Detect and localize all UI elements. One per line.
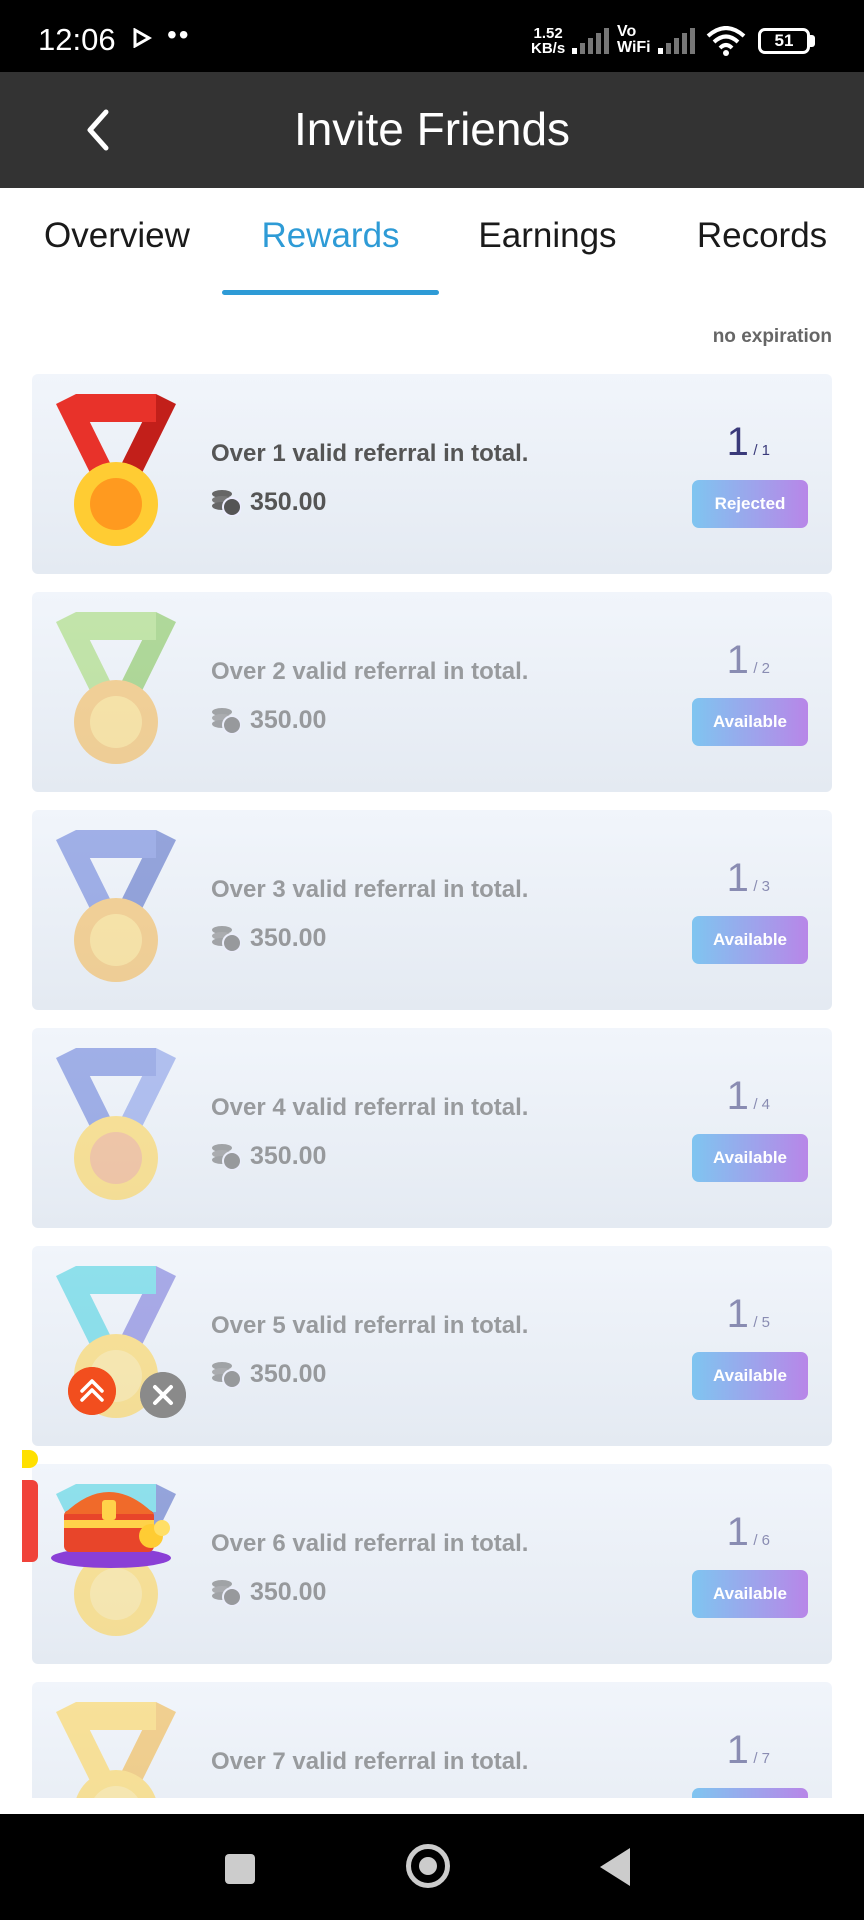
medal-icon xyxy=(56,830,176,982)
progress-current: 1 xyxy=(726,1510,749,1554)
tab-bar: Overview Rewards Earnings Records xyxy=(0,188,864,296)
reward-list[interactable]: Over 1 valid referral in total. 350.00 1… xyxy=(32,374,832,1798)
reward-card-3: Over 3 valid referral in total. 350.00 1… xyxy=(32,810,832,1010)
coin-stack-icon xyxy=(212,1362,241,1388)
coin-stack-icon xyxy=(212,926,241,952)
reward-progress: 1 / 5 xyxy=(727,1292,770,1337)
coin-stack-icon xyxy=(211,1796,241,1798)
tab-records[interactable]: Records xyxy=(692,216,832,256)
reward-status-button[interactable]: Available xyxy=(692,1352,808,1400)
progress-total: / 4 xyxy=(753,1096,770,1113)
vowifi-wifi: WiFi xyxy=(617,39,651,56)
home-icon xyxy=(419,1857,437,1875)
reward-amount: 350.00 xyxy=(250,1142,327,1170)
medal-icon xyxy=(56,1048,176,1200)
battery-icon: 51 xyxy=(758,28,810,54)
reward-amount: 350.00 xyxy=(250,706,327,734)
tab-active-indicator xyxy=(222,290,439,295)
signal-icon-2 xyxy=(658,28,695,54)
reward-title: Over 3 valid referral in total. xyxy=(211,876,529,903)
battery-cap xyxy=(810,35,815,47)
reward-progress: 1 / 6 xyxy=(727,1510,770,1555)
network-speed: 1.52 KB/s xyxy=(531,26,565,56)
progress-current: 1 xyxy=(726,1292,749,1336)
progress-total: / 2 xyxy=(753,660,770,677)
coin-stack-icon xyxy=(212,1580,241,1606)
reward-title: Over 1 valid referral in total. xyxy=(211,440,529,467)
reward-title: Over 2 valid referral in total. xyxy=(211,658,529,685)
app-header: Invite Friends xyxy=(0,72,864,188)
progress-total: / 1 xyxy=(753,442,770,459)
progress-total: / 3 xyxy=(753,878,770,895)
reward-amount: 350.00 xyxy=(250,488,327,516)
home-button[interactable] xyxy=(406,1844,450,1888)
vowifi-label: Vo WiFi xyxy=(617,24,651,56)
reward-progress: 1 / 7 xyxy=(727,1728,770,1773)
network-speed-value: 1.52 xyxy=(533,25,563,42)
reward-amount: 350.00 xyxy=(250,1796,326,1798)
progress-total: / 7 xyxy=(753,1750,770,1767)
medal-icon xyxy=(56,394,176,546)
reward-card-2: Over 2 valid referral in total. 350.00 1… xyxy=(32,592,832,792)
reward-card-1: Over 1 valid referral in total. 350.00 1… xyxy=(32,374,832,574)
reward-card-5: Over 5 valid referral in total. 350.00 1… xyxy=(32,1246,832,1446)
reward-status-button[interactable]: Rejected xyxy=(692,480,808,528)
progress-current: 1 xyxy=(726,420,749,464)
reward-title: Over 7 valid referral in total. xyxy=(211,1748,529,1775)
close-icon[interactable] xyxy=(140,1372,186,1418)
reward-progress: 1 / 4 xyxy=(727,1074,770,1119)
status-time: 12:06 xyxy=(38,22,116,57)
reward-progress: 1 / 1 xyxy=(727,420,770,465)
floating-side-tab[interactable] xyxy=(22,1480,38,1562)
reward-progress: 1 / 2 xyxy=(727,638,770,683)
coin-stack-icon xyxy=(212,1144,241,1170)
tab-overview[interactable]: Overview xyxy=(44,216,190,256)
progress-total: / 6 xyxy=(753,1532,770,1549)
reward-title: Over 5 valid referral in total. xyxy=(211,1312,529,1339)
reward-card-4: Over 4 valid referral in total. 350.00 1… xyxy=(32,1028,832,1228)
reward-amount: 350.00 xyxy=(250,924,327,952)
reward-status-button[interactable]: Available xyxy=(692,916,808,964)
signal-icon xyxy=(572,28,609,54)
reward-card-7: Over 7 valid referral in total. 350.00 1… xyxy=(32,1682,832,1798)
wifi-icon xyxy=(706,26,746,56)
play-icon xyxy=(133,28,152,48)
reward-status-button[interactable]: Available xyxy=(692,1788,808,1798)
tab-rewards[interactable]: Rewards xyxy=(222,216,439,256)
progress-total: / 5 xyxy=(753,1314,770,1331)
tab-earnings[interactable]: Earnings xyxy=(470,216,625,256)
reward-status-button[interactable]: Available xyxy=(692,1570,808,1618)
progress-current: 1 xyxy=(726,1074,749,1118)
network-speed-unit: KB/s xyxy=(531,40,566,57)
reward-progress: 1 / 3 xyxy=(727,856,770,901)
system-nav-bar xyxy=(0,1814,864,1920)
page-title: Invite Friends xyxy=(293,103,571,155)
coin-stack-icon xyxy=(212,708,241,734)
progress-current: 1 xyxy=(726,1728,749,1772)
reward-amount: 350.00 xyxy=(250,1360,327,1388)
medal-icon xyxy=(56,612,176,764)
progress-current: 1 xyxy=(726,856,749,900)
reward-status-button[interactable]: Available xyxy=(692,1134,808,1182)
expiration-note: no expiration xyxy=(712,326,832,347)
battery-level: 51 xyxy=(774,31,794,50)
reward-title: Over 4 valid referral in total. xyxy=(211,1094,529,1121)
treasure-chest-icon[interactable] xyxy=(46,1470,176,1570)
double-chevron-up-icon[interactable] xyxy=(68,1367,116,1415)
progress-current: 1 xyxy=(726,638,749,682)
reward-amount: 350.00 xyxy=(250,1578,327,1606)
coin-stack-icon xyxy=(212,490,241,516)
vowifi-vo: Vo xyxy=(617,23,637,40)
reward-title: Over 6 valid referral in total. xyxy=(211,1530,529,1557)
system-back-button[interactable] xyxy=(600,1848,630,1886)
medal-icon xyxy=(56,1702,176,1798)
status-dots: •• xyxy=(167,19,191,50)
status-bar: 12:06 •• 1.52 KB/s Vo WiFi 51 xyxy=(0,0,864,72)
reward-status-button[interactable]: Available xyxy=(692,698,808,746)
recents-button[interactable] xyxy=(225,1854,255,1884)
